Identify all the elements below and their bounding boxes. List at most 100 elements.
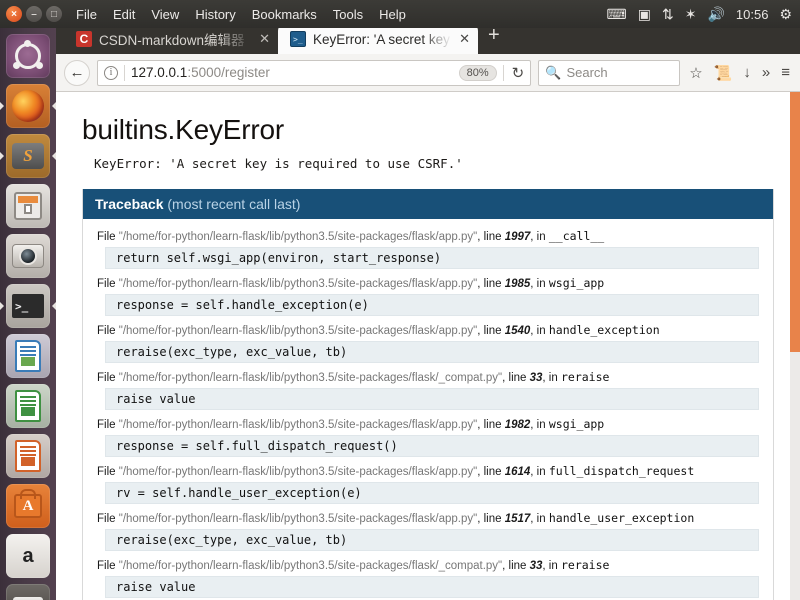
launcher-item-firefox[interactable] — [6, 84, 50, 128]
frame-line-label: , line — [477, 325, 505, 337]
launcher-item-libreoffice-calc[interactable] — [6, 384, 50, 428]
frame-file-prefix: File — [97, 278, 119, 290]
tab-csdn[interactable]: C CSDN-markdown编辑器 ✕ — [64, 24, 278, 54]
search-box[interactable]: 🔍 Search — [538, 59, 681, 86]
network-icon[interactable]: ⇅ — [662, 7, 674, 21]
frame-line-label: , line — [477, 231, 505, 243]
window-minimize-button[interactable]: – — [26, 6, 42, 22]
desktop-screen: × – □ File Edit View History Bookmarks T… — [0, 0, 800, 600]
url-bar[interactable]: i 127.0.0.1:5000/register 80% ↻ — [97, 59, 532, 86]
frame-location: File "/home/for-python/learn-flask/lib/p… — [97, 323, 759, 337]
launcher-item-dvd-one[interactable]: DVD — [6, 584, 50, 600]
display-icon[interactable]: ▣ — [638, 7, 651, 21]
menu-item-view[interactable]: View — [151, 7, 179, 22]
launcher-item-ubuntu-dash[interactable] — [6, 34, 50, 78]
frame-in-label: , in — [530, 513, 549, 525]
scrollbar-thumb[interactable] — [790, 92, 800, 352]
frame-location: File "/home/for-python/learn-flask/lib/p… — [97, 229, 759, 243]
clock[interactable]: 10:56 — [736, 7, 769, 22]
frame-line-label: , line — [477, 466, 505, 478]
url-input[interactable]: 127.0.0.1:5000/register — [131, 65, 453, 80]
launcher-item-files[interactable] — [6, 184, 50, 228]
frame-function-name: handle_exception — [548, 323, 660, 337]
traceback-frame: File "/home/for-python/learn-flask/lib/p… — [97, 464, 759, 504]
library-icon[interactable]: 📜 — [712, 64, 735, 82]
frame-file-prefix: File — [97, 466, 119, 478]
ubuntu-logo-icon — [13, 40, 43, 69]
navigation-toolbar: ← i 127.0.0.1:5000/register 80% ↻ 🔍 Sear… — [56, 54, 800, 92]
frame-line-label: , line — [502, 372, 530, 384]
error-page: builtins.KeyError KeyError: 'A secret ke… — [56, 92, 800, 600]
frame-function-name: reraise — [560, 558, 610, 572]
writer-icon — [15, 340, 41, 372]
menu-item-history[interactable]: History — [195, 7, 235, 22]
frame-function-name: __call__ — [548, 229, 605, 243]
frame-line-number: 1517 — [504, 513, 531, 525]
launcher-item-amazon[interactable]: a — [6, 534, 50, 578]
firefox-icon — [12, 90, 44, 122]
menu-item-bookmarks[interactable]: Bookmarks — [252, 7, 317, 22]
menu-bar: File Edit View History Bookmarks Tools H… — [70, 7, 406, 22]
frame-location: File "/home/for-python/learn-flask/lib/p… — [97, 417, 759, 431]
frame-in-label: , in — [530, 231, 549, 243]
back-button[interactable]: ← — [64, 59, 90, 86]
url-divider-two — [502, 64, 504, 81]
window-close-button[interactable]: × — [6, 6, 22, 22]
frame-file-prefix: File — [97, 372, 119, 384]
launcher-item-ubuntu-software[interactable]: A — [6, 484, 50, 528]
frame-code-line: rv = self.handle_user_exception(e) — [105, 482, 759, 504]
menu-item-help[interactable]: Help — [379, 7, 406, 22]
frame-file-prefix: File — [97, 560, 119, 572]
frame-code-line: raise value — [105, 576, 759, 598]
hamburger-menu-icon[interactable]: ≡ — [779, 64, 792, 81]
gear-icon[interactable]: ⚙ — [779, 7, 792, 21]
frame-file-path: "/home/for-python/learn-flask/lib/python… — [118, 466, 478, 478]
launcher-item-sublime-text[interactable]: S — [6, 134, 50, 178]
bookmark-star-icon[interactable]: ☆ — [687, 64, 704, 82]
frame-code-line: return self.wsgi_app(environ, start_resp… — [105, 247, 759, 269]
volume-icon[interactable]: 🔊 — [707, 7, 724, 21]
menu-item-tools[interactable]: Tools — [333, 7, 363, 22]
traceback-subtitle: (most recent call last) — [167, 196, 301, 212]
terminal-icon: >_ — [12, 294, 44, 318]
launcher-item-libreoffice-impress[interactable] — [6, 434, 50, 478]
tab-close-icon[interactable]: ✕ — [259, 31, 270, 47]
traceback-frame: File "/home/for-python/learn-flask/lib/p… — [97, 558, 759, 598]
reload-icon[interactable]: ↻ — [510, 64, 527, 82]
frame-function-name: wsgi_app — [548, 276, 605, 290]
terminal-icon: >_ — [290, 31, 306, 47]
frame-code-line: response = self.full_dispatch_request() — [105, 435, 759, 457]
frame-file-path: "/home/for-python/learn-flask/lib/python… — [118, 231, 478, 243]
page-scrollbar[interactable] — [790, 92, 800, 600]
launcher-item-terminal[interactable]: >_ — [6, 284, 50, 328]
launcher-item-shotwell[interactable] — [6, 234, 50, 278]
frame-file-path: "/home/for-python/learn-flask/lib/python… — [118, 513, 478, 525]
frame-function-name: reraise — [560, 370, 610, 384]
frame-line-number: 33 — [529, 372, 543, 384]
tab-close-icon[interactable]: ✕ — [459, 31, 470, 47]
traceback-panel: Traceback (most recent call last) File "… — [82, 189, 774, 600]
frame-line-label: , line — [477, 419, 505, 431]
url-path: :5000/register — [187, 65, 270, 80]
overflow-icon[interactable]: » — [760, 64, 772, 81]
launcher-item-libreoffice-writer[interactable] — [6, 334, 50, 378]
frame-code-line: response = self.handle_exception(e) — [105, 294, 759, 316]
download-icon[interactable]: ↓ — [741, 64, 753, 81]
frame-file-prefix: File — [97, 419, 119, 431]
window-maximize-button[interactable]: □ — [46, 6, 62, 22]
search-input[interactable]: Search — [566, 65, 607, 80]
frame-in-label: , in — [542, 560, 561, 572]
frame-line-number: 33 — [529, 560, 543, 572]
site-info-icon[interactable]: i — [104, 65, 118, 80]
keyboard-icon[interactable]: ⌨ — [607, 7, 627, 21]
frame-location: File "/home/for-python/learn-flask/lib/p… — [97, 276, 759, 290]
traceback-frame: File "/home/for-python/learn-flask/lib/p… — [97, 229, 759, 269]
search-icon: 🔍 — [545, 64, 562, 80]
bluetooth-icon[interactable]: ✶ — [685, 7, 697, 21]
zoom-level-badge[interactable]: 80% — [458, 64, 497, 81]
frame-line-number: 1997 — [504, 231, 531, 243]
menu-item-file[interactable]: File — [76, 7, 97, 22]
menu-item-edit[interactable]: Edit — [113, 7, 135, 22]
window-controls: × – □ — [0, 6, 70, 22]
tab-keyerror[interactable]: >_ KeyError: 'A secret key ✕ — [278, 24, 478, 54]
